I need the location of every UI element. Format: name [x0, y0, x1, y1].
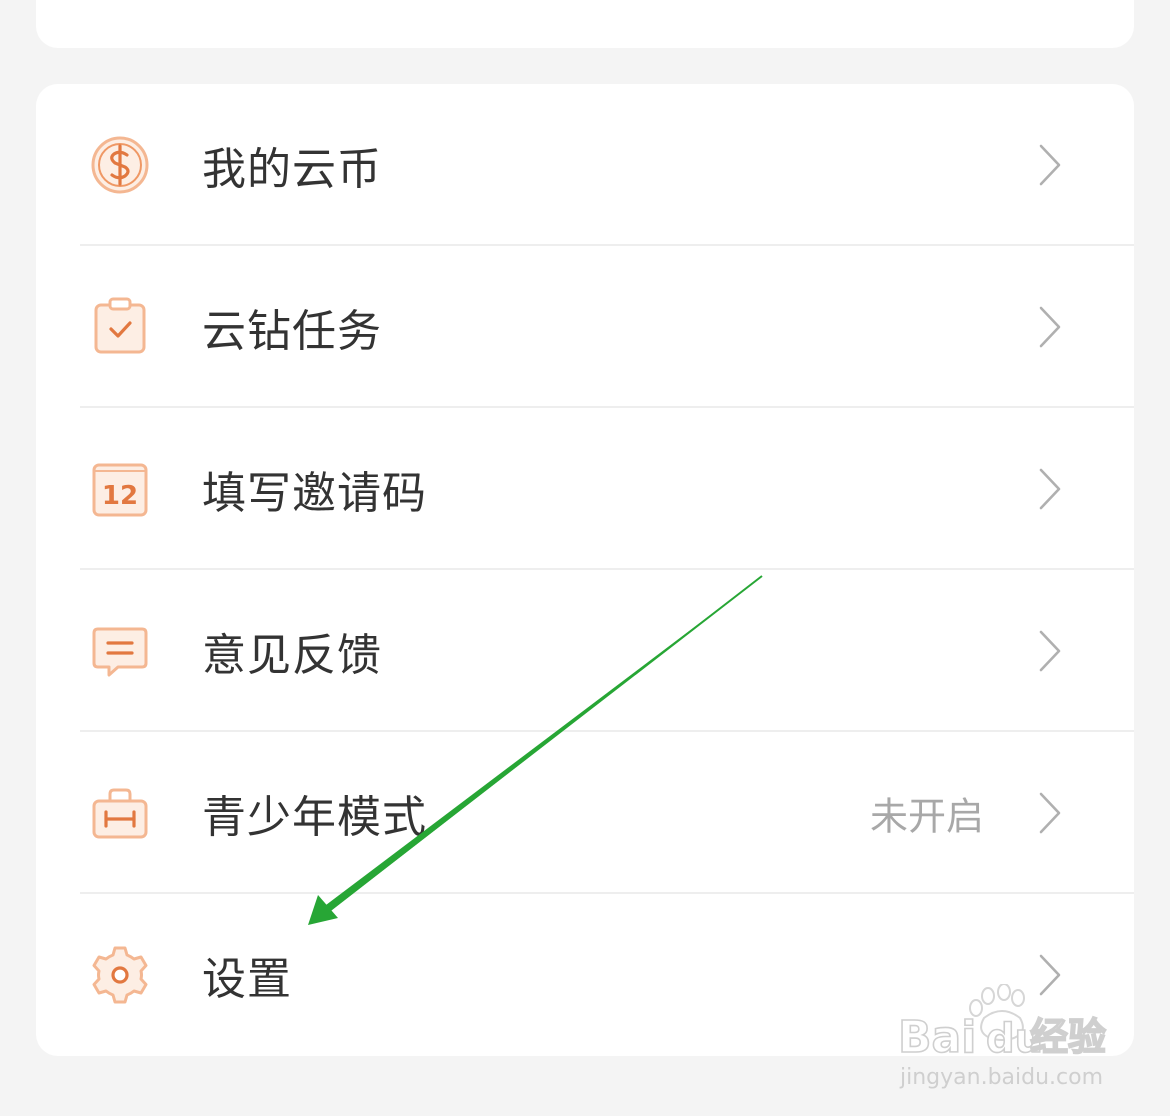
menu-item-feedback[interactable]: 意见反馈: [36, 570, 1134, 732]
briefcase-icon: [88, 781, 152, 845]
menu-item-label: 青少年模式: [202, 792, 427, 843]
menu-item-label: 云钻任务: [202, 306, 382, 357]
top-card: [36, 0, 1134, 48]
menu-item-teen-mode[interactable]: 青少年模式 未开启: [36, 732, 1134, 894]
chevron-right-icon: [1038, 791, 1062, 835]
chevron-right-icon: [1038, 629, 1062, 673]
chevron-right-icon: [1038, 467, 1062, 511]
teen-mode-status: 未开启: [869, 794, 984, 839]
menu-item-label: 填写邀请码: [202, 468, 427, 519]
clipboard-check-icon: [88, 295, 152, 359]
menu-item-label: 设置: [202, 954, 292, 1005]
menu-list: 我的云币 云钻任务 12 填写邀请码 意见反馈 青少年模式 未开启 设置: [36, 84, 1134, 1056]
menu-item-diamond-tasks[interactable]: 云钻任务: [36, 246, 1134, 408]
chevron-right-icon: [1038, 143, 1062, 187]
chevron-right-icon: [1038, 953, 1062, 997]
menu-item-my-coins[interactable]: 我的云币: [36, 84, 1134, 246]
menu-item-settings[interactable]: 设置: [36, 894, 1134, 1056]
svg-text:12: 12: [102, 481, 138, 511]
calendar-12-icon: 12: [88, 457, 152, 521]
chevron-right-icon: [1038, 305, 1062, 349]
menu-item-label: 意见反馈: [202, 630, 382, 681]
gear-icon: [88, 943, 152, 1007]
menu-item-invite-code[interactable]: 12 填写邀请码: [36, 408, 1134, 570]
coin-icon: [88, 133, 152, 197]
menu-item-label: 我的云币: [202, 144, 382, 195]
message-icon: [88, 619, 152, 683]
watermark-url: jingyan.baidu.com: [899, 1065, 1103, 1090]
